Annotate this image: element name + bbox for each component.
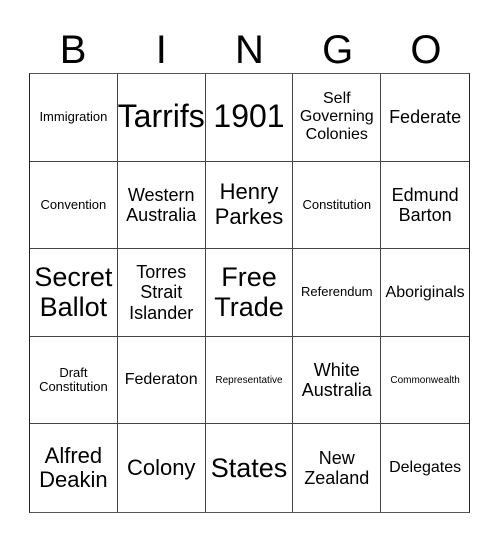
header-letter-g: G <box>322 28 354 72</box>
bingo-cell[interactable]: 1901 <box>205 74 294 162</box>
bingo-cell[interactable]: Edmund Barton <box>381 162 469 250</box>
header-letter-n: N <box>235 28 264 72</box>
bingo-header: B I N G O <box>29 28 470 72</box>
bingo-cell[interactable]: States <box>206 424 294 512</box>
bingo-cell[interactable]: Henry Parkes <box>205 161 294 250</box>
bingo-cell[interactable]: Referendum <box>293 249 382 337</box>
header-letter-o: O <box>410 28 442 72</box>
bingo-cell[interactable]: Tarrifs <box>117 74 206 162</box>
bingo-cell[interactable]: Self Governing Colonies <box>293 74 382 162</box>
header-letter-b: B <box>59 28 87 72</box>
bingo-cell[interactable]: Convention <box>30 161 118 250</box>
bingo-cell[interactable]: Aboriginals <box>381 249 469 337</box>
bingo-cell[interactable]: Secret Ballot <box>30 249 118 337</box>
bingo-cell[interactable]: Delegates <box>381 424 469 512</box>
bingo-cell[interactable]: Federate <box>381 74 469 162</box>
bingo-cell[interactable]: Federaton <box>117 336 206 425</box>
bingo-cell[interactable]: New Zealand <box>293 424 382 512</box>
bingo-cell[interactable]: White Australia <box>293 336 382 425</box>
bingo-cell[interactable]: Alfred Deakin <box>30 424 118 512</box>
bingo-cell[interactable]: Representative <box>205 336 294 425</box>
bingo-board: Immigration Tarrifs 1901 Self Governing … <box>29 73 470 513</box>
bingo-cell[interactable]: Colony <box>118 424 206 512</box>
bingo-cell[interactable]: Torres Strait Islander <box>117 249 206 337</box>
bingo-cell[interactable]: Western Australia <box>117 161 206 250</box>
bingo-cell[interactable]: Free Trade <box>205 249 294 337</box>
bingo-cell[interactable]: Commonwealth <box>381 337 469 425</box>
header-letter-i: I <box>155 28 167 72</box>
bingo-cell[interactable]: Immigration <box>30 74 118 162</box>
bingo-cell[interactable]: Draft Constitution <box>30 336 118 425</box>
bingo-cell[interactable]: Constitution <box>293 161 382 250</box>
